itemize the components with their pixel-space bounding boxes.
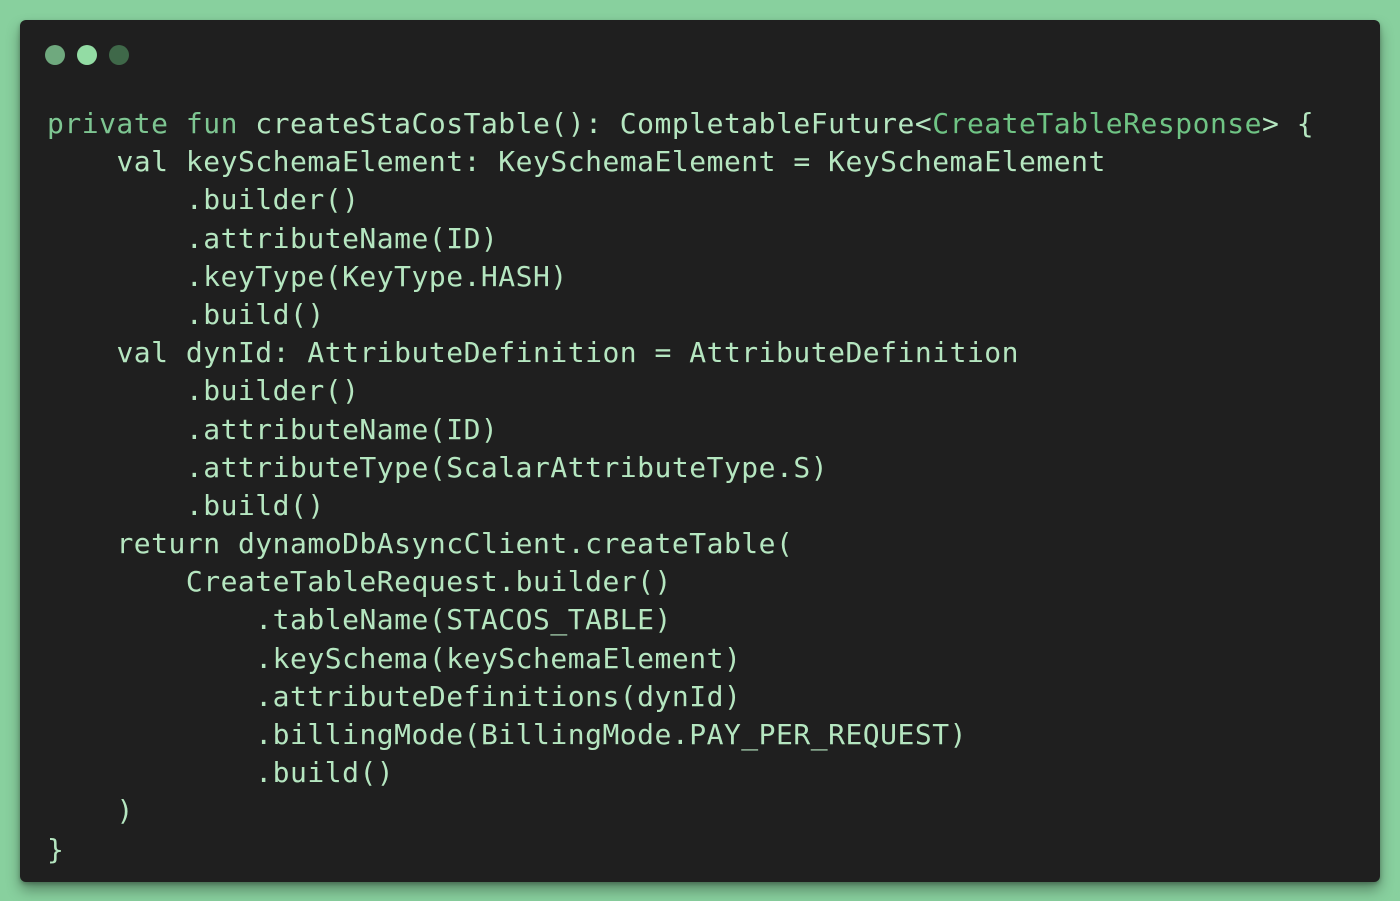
code-token: .build() bbox=[185, 488, 325, 522]
code-line: .builder() bbox=[47, 372, 1314, 410]
code-token: .billingMode(BillingMode.PAY_PER_REQUEST… bbox=[255, 718, 967, 751]
code-keyword: private fun bbox=[47, 107, 238, 140]
code-line: .build() bbox=[47, 754, 1314, 792]
code-token: .tableName(STACOS_TABLE) bbox=[255, 603, 672, 637]
code-line: .tableName(STACOS_TABLE) bbox=[47, 601, 1314, 639]
code-line: ) bbox=[47, 792, 1314, 830]
code-token: .build() bbox=[255, 756, 395, 790]
code-line: val keySchemaElement: KeySchemaElement =… bbox=[47, 143, 1314, 181]
code-token: .attributeName(ID) bbox=[185, 412, 499, 446]
code-line: CreateTableRequest.builder() bbox=[47, 563, 1314, 601]
code-line: .billingMode(BillingMode.PAY_PER_REQUEST… bbox=[47, 716, 1314, 754]
code-token: .builder() bbox=[185, 374, 360, 408]
window-dot-3 bbox=[109, 45, 129, 65]
code-token: .build() bbox=[185, 297, 325, 331]
code-token: val dynId: AttributeDefinition = Attribu… bbox=[116, 336, 1020, 370]
code-line: .attributeDefinitions(dynId) bbox=[47, 678, 1314, 716]
code-line: .attributeName(ID) bbox=[47, 220, 1314, 258]
code-token: return dynamoDbAsyncClient.createTable( bbox=[116, 527, 794, 561]
code-line: .keyType(KeyType.HASH) bbox=[47, 258, 1314, 296]
code-token: .attributeType(ScalarAttributeType.S) bbox=[185, 450, 829, 484]
code-token: .builder() bbox=[185, 183, 360, 217]
window-dot-1 bbox=[45, 45, 65, 65]
code-token: .keyType(KeyType.HASH) bbox=[185, 259, 568, 293]
code-block: private fun createStaCosTable(): Complet… bbox=[47, 105, 1314, 869]
code-line: .attributeType(ScalarAttributeType.S) bbox=[47, 449, 1314, 487]
code-token: createStaCosTable(): CompletableFuture< bbox=[237, 107, 933, 140]
code-line: } bbox=[47, 831, 1314, 869]
code-token: ) bbox=[116, 794, 134, 828]
code-token: } bbox=[47, 832, 65, 866]
code-line: private fun createStaCosTable(): Complet… bbox=[47, 105, 1314, 143]
window-dot-2 bbox=[77, 45, 97, 65]
code-line: .build() bbox=[47, 296, 1314, 334]
code-generic-type: CreateTableResponse bbox=[932, 107, 1263, 140]
code-line: .build() bbox=[47, 487, 1314, 525]
code-token: CreateTableRequest.builder() bbox=[185, 565, 672, 599]
window-controls bbox=[45, 45, 129, 65]
code-line: val dynId: AttributeDefinition = Attribu… bbox=[47, 334, 1314, 372]
code-line: .keySchema(keySchemaElement) bbox=[47, 640, 1314, 678]
code-window: private fun createStaCosTable(): Complet… bbox=[20, 20, 1380, 882]
code-token: .attributeDefinitions(dynId) bbox=[255, 679, 742, 713]
code-token: val keySchemaElement: KeySchemaElement =… bbox=[116, 145, 1106, 179]
code-line: .attributeName(ID) bbox=[47, 411, 1314, 449]
code-token: .keySchema(keySchemaElement) bbox=[255, 641, 742, 675]
code-line: return dynamoDbAsyncClient.createTable( bbox=[47, 525, 1314, 563]
code-token: > { bbox=[1262, 107, 1315, 140]
code-line: .builder() bbox=[47, 181, 1314, 219]
code-token: .attributeName(ID) bbox=[185, 221, 499, 255]
